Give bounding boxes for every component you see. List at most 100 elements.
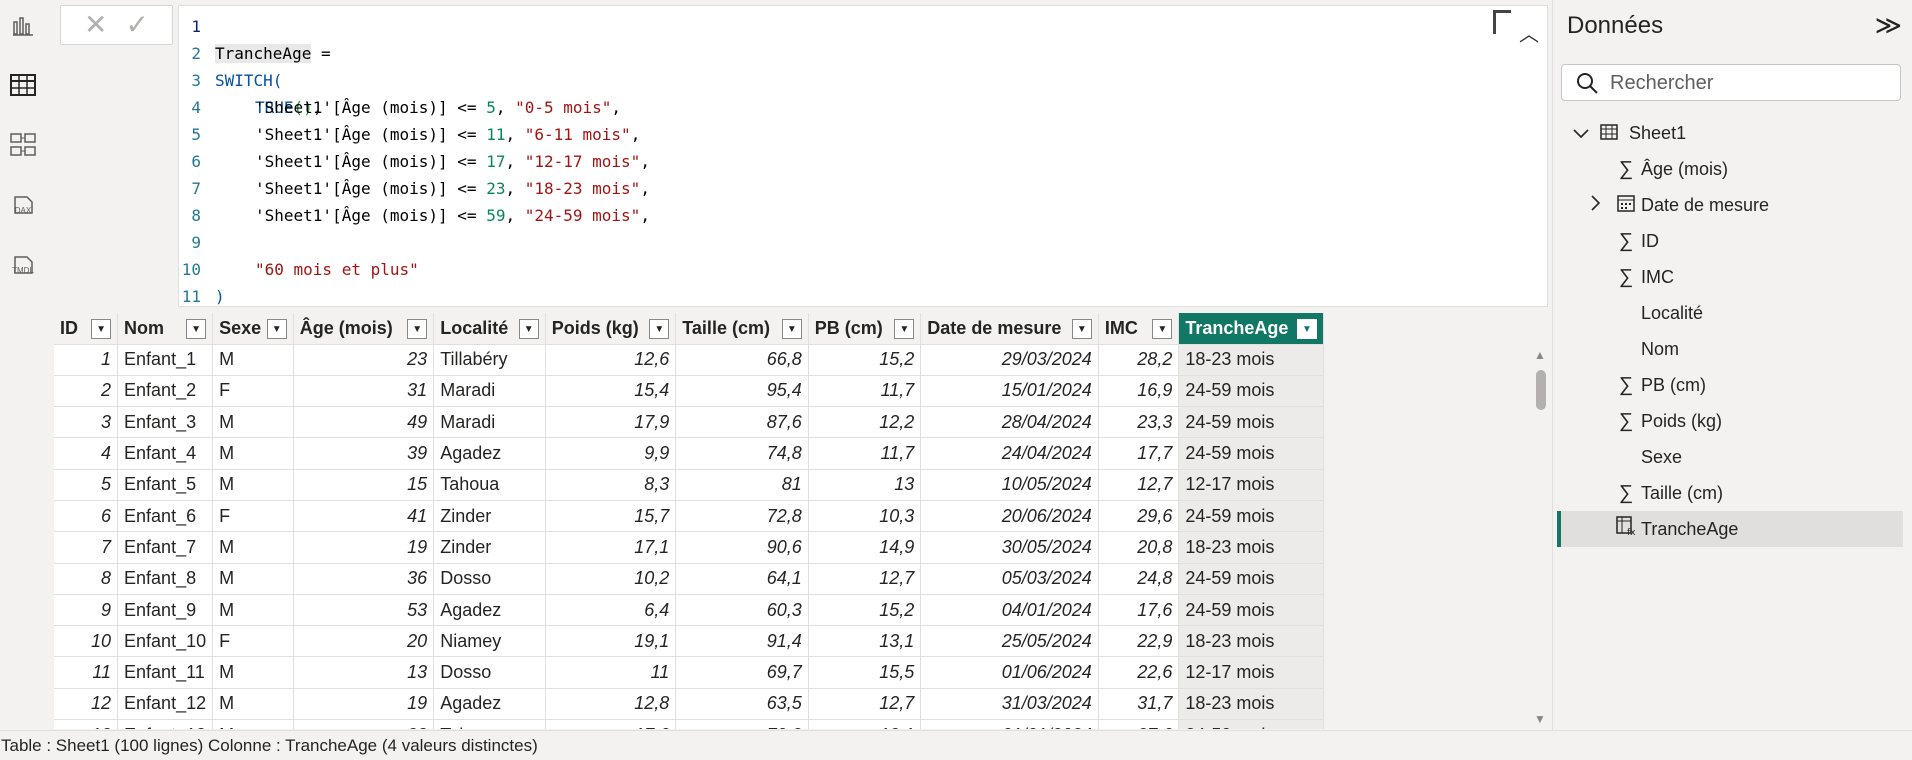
table-cell[interactable]: 23	[293, 344, 433, 375]
column-filter-dropdown-icon[interactable]: ▼	[894, 319, 914, 339]
table-cell[interactable]: 29/03/2024	[921, 344, 1099, 375]
table-cell[interactable]: 4	[54, 438, 118, 469]
table-cell[interactable]: 15	[293, 469, 433, 500]
dax-query-view-icon[interactable]: DAX	[8, 190, 38, 220]
table-cell[interactable]: 17,6	[1098, 594, 1179, 625]
field-item[interactable]: Sexe	[1613, 439, 1903, 475]
column-filter-dropdown-icon[interactable]: ▼	[782, 319, 802, 339]
table-cell[interactable]: Enfant_11	[118, 657, 213, 688]
field-item[interactable]: Localité	[1613, 295, 1903, 331]
table-cell[interactable]: 64,1	[676, 563, 809, 594]
table-cell[interactable]: 9,9	[545, 438, 676, 469]
table-cell[interactable]: 24-59 mois	[1179, 375, 1324, 406]
table-cell[interactable]: 12,2	[808, 407, 921, 438]
table-cell[interactable]: 01/01/2024	[921, 720, 1099, 729]
table-cell[interactable]: 18-23 mois	[1179, 532, 1324, 563]
field-item[interactable]: ∑ID	[1613, 223, 1903, 259]
table-cell[interactable]: 2	[54, 375, 118, 406]
table-cell[interactable]: Agadez	[434, 688, 546, 719]
table-cell[interactable]: 12,1	[808, 720, 921, 729]
table-cell[interactable]: 12,7	[808, 688, 921, 719]
table-cell[interactable]: 01/06/2024	[921, 657, 1099, 688]
model-view-icon[interactable]	[8, 130, 38, 160]
table-cell[interactable]: 22,6	[1098, 657, 1179, 688]
table-cell[interactable]: 22,9	[1098, 626, 1179, 657]
table-cell[interactable]: 14,9	[808, 532, 921, 563]
table-cell[interactable]: 30/05/2024	[921, 532, 1099, 563]
table-cell[interactable]: 3	[54, 407, 118, 438]
table-cell[interactable]: 12,8	[545, 688, 676, 719]
report-view-icon[interactable]	[8, 10, 38, 40]
table-cell[interactable]: 8	[54, 563, 118, 594]
table-cell[interactable]: 24-59 mois	[1179, 594, 1324, 625]
table-cell[interactable]: Enfant_5	[118, 469, 213, 500]
table-cell[interactable]: M	[213, 563, 294, 594]
table-cell[interactable]: Tillabéry	[434, 344, 546, 375]
table-cell[interactable]: 15,4	[545, 375, 676, 406]
table-cell[interactable]: F	[213, 375, 294, 406]
table-cell[interactable]: 49	[293, 407, 433, 438]
commit-icon[interactable]: ✓	[126, 11, 149, 39]
scroll-up-icon[interactable]: ▲	[1533, 348, 1547, 362]
table-cell[interactable]: 29,6	[1098, 500, 1179, 531]
table-cell[interactable]: 12-17 mois	[1179, 469, 1324, 500]
table-cell[interactable]: 23,3	[1098, 407, 1179, 438]
table-cell[interactable]: Maradi	[434, 407, 546, 438]
table-cell[interactable]: Agadez	[434, 438, 546, 469]
table-cell[interactable]: 7	[54, 532, 118, 563]
table-cell[interactable]: 24/04/2024	[921, 438, 1099, 469]
table-cell[interactable]: Dosso	[434, 657, 546, 688]
table-cell[interactable]: Enfant_2	[118, 375, 213, 406]
table-cell[interactable]: 16,9	[1098, 375, 1179, 406]
column-filter-dropdown-icon[interactable]: ▼	[186, 319, 206, 339]
column-header[interactable]: IMC▼	[1098, 313, 1179, 344]
table-cell[interactable]: 8,3	[545, 469, 676, 500]
table-cell[interactable]: 20	[293, 626, 433, 657]
field-item[interactable]: fxTrancheAge	[1557, 511, 1903, 547]
search-input[interactable]	[1610, 71, 1890, 95]
column-header[interactable]: Nom▼	[118, 313, 213, 344]
table-cell[interactable]: 79,2	[676, 720, 809, 729]
field-item[interactable]: Nom	[1613, 331, 1903, 367]
table-cell[interactable]: Dosso	[434, 563, 546, 594]
table-cell[interactable]: 6	[54, 500, 118, 531]
table-cell[interactable]: 24,8	[1098, 563, 1179, 594]
table-cell[interactable]: 9	[54, 594, 118, 625]
table-cell[interactable]: 31/03/2024	[921, 688, 1099, 719]
table-cell[interactable]: Tahoua	[434, 720, 546, 729]
table-cell[interactable]: M	[213, 344, 294, 375]
table-cell[interactable]: Niamey	[434, 626, 546, 657]
table-cell[interactable]: 17,9	[545, 407, 676, 438]
table-cell[interactable]: 13	[54, 720, 118, 729]
table-cell[interactable]: Zinder	[434, 532, 546, 563]
table-cell[interactable]: 15,2	[808, 344, 921, 375]
table-cell[interactable]: Enfant_10	[118, 626, 213, 657]
column-filter-dropdown-icon[interactable]: ▼	[91, 319, 111, 339]
grid-vertical-scrollbar[interactable]: ▲ ▼	[1533, 348, 1547, 726]
table-cell[interactable]: 04/01/2024	[921, 594, 1099, 625]
table-cell[interactable]: 27,6	[1098, 720, 1179, 729]
table-cell[interactable]: M	[213, 720, 294, 729]
table-cell[interactable]: 28/04/2024	[921, 407, 1099, 438]
table-cell[interactable]: Enfant_13	[118, 720, 213, 729]
table-cell[interactable]: 13	[808, 469, 921, 500]
table-cell[interactable]: 12-17 mois	[1179, 657, 1324, 688]
table-cell[interactable]: 81	[676, 469, 809, 500]
table-cell[interactable]: 66,8	[676, 344, 809, 375]
table-cell[interactable]: Enfant_1	[118, 344, 213, 375]
table-cell[interactable]: 41	[293, 500, 433, 531]
tree-table-sheet1[interactable]: Sheet1	[1573, 115, 1903, 151]
table-cell[interactable]: Tahoua	[434, 469, 546, 500]
table-cell[interactable]: M	[213, 438, 294, 469]
table-cell[interactable]: 31	[293, 375, 433, 406]
table-cell[interactable]: 11,7	[808, 438, 921, 469]
table-cell[interactable]: 69,7	[676, 657, 809, 688]
field-item[interactable]: ∑PB (cm)	[1613, 367, 1903, 403]
field-item[interactable]: ∑IMC	[1613, 259, 1903, 295]
table-cell[interactable]: 15,7	[545, 500, 676, 531]
table-cell[interactable]: 05/03/2024	[921, 563, 1099, 594]
table-cell[interactable]: 15/01/2024	[921, 375, 1099, 406]
table-cell[interactable]: 12,6	[545, 344, 676, 375]
column-header[interactable]: Âge (mois)▼	[293, 313, 433, 344]
field-item[interactable]: ∑Âge (mois)	[1613, 151, 1903, 187]
